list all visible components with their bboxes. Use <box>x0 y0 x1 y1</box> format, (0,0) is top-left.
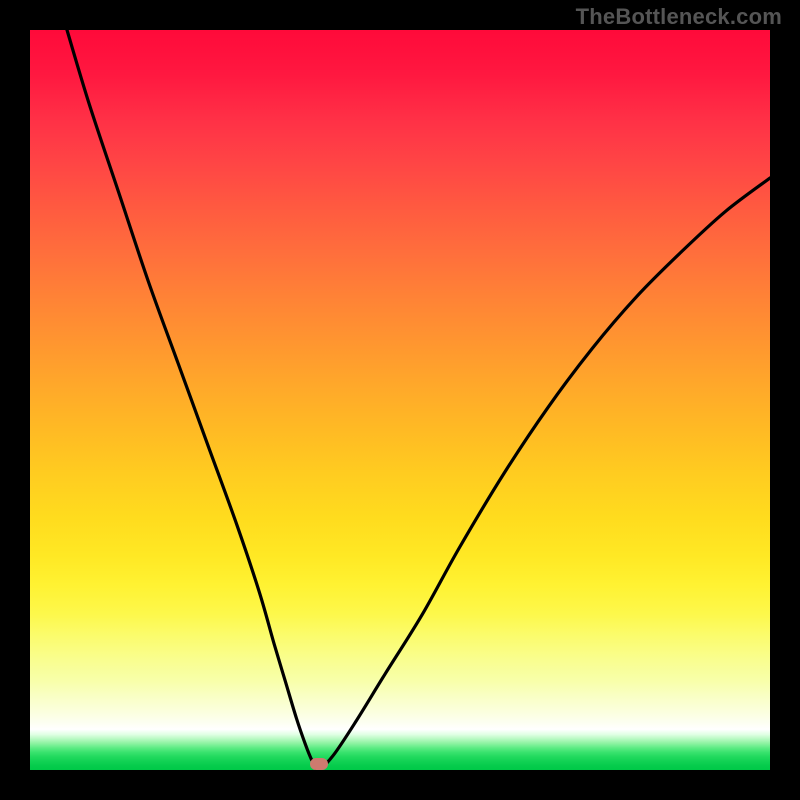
optimal-point-marker <box>310 758 328 770</box>
chart-frame: TheBottleneck.com <box>0 0 800 800</box>
plot-area <box>30 30 770 770</box>
bottleneck-curve <box>30 30 770 770</box>
watermark-label: TheBottleneck.com <box>576 4 782 30</box>
